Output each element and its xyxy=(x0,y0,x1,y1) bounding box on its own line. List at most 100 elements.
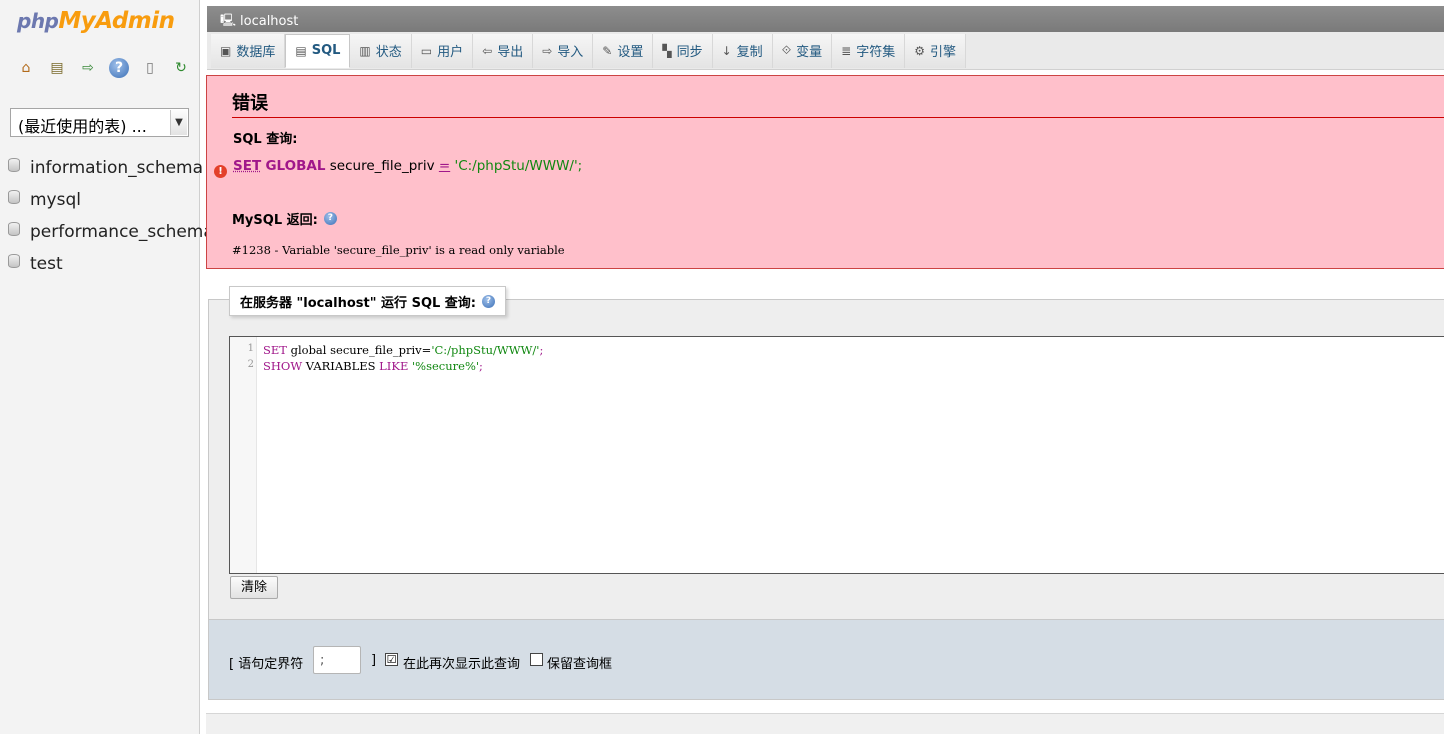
sql-keyword: GLOBAL xyxy=(265,158,325,174)
tab-charset[interactable]: ≣ 字符集 xyxy=(832,34,905,68)
help-icon[interactable]: ? xyxy=(324,212,337,225)
docs-icon[interactable]: ▯ xyxy=(140,58,160,78)
home-icon[interactable]: ⌂ xyxy=(16,58,36,78)
replication-icon: ↓ xyxy=(722,44,732,58)
tab-replication[interactable]: ↓ 复制 xyxy=(713,34,773,68)
recent-tables-select[interactable]: (最近使用的表) ... ▼ xyxy=(10,108,189,137)
bottom-strip xyxy=(206,713,1444,734)
database-item[interactable]: test xyxy=(8,248,214,280)
error-icon: ! xyxy=(214,165,227,178)
database-item[interactable]: mysql xyxy=(8,184,214,216)
variables-icon: ⟐ xyxy=(782,43,791,58)
error-title: 错误 xyxy=(232,89,1444,118)
tab-label: 设置 xyxy=(617,41,643,60)
sql-query-label: SQL 查询: xyxy=(233,128,297,147)
sql-keyword-link[interactable]: SET xyxy=(233,158,261,174)
navigation-panel: phpMyAdmin ⌂ ▤ ⇨ ? ▯ ↻ (最近使用的表) ... ▼ in… xyxy=(0,0,200,734)
engine-icon: ⚙ xyxy=(914,44,925,58)
tab-sql[interactable]: ▤SQL xyxy=(285,34,350,68)
delimiter-label: [ 语句定界符 xyxy=(229,653,303,672)
sql-identifier: secure_file_priv xyxy=(325,158,438,174)
tab-databases[interactable]: ▣ 数据库 xyxy=(211,34,285,68)
export-icon: ⇦ xyxy=(482,44,492,58)
tab-label: 状态 xyxy=(376,41,402,60)
database-name: information_schema xyxy=(30,158,203,178)
tab-variables[interactable]: ⟐ 变量 xyxy=(773,34,832,68)
error-sql-statement: SET GLOBAL secure_file_priv = 'C:/phpStu… xyxy=(233,158,582,174)
server-breadcrumb: 🖳 localhost xyxy=(207,6,1444,32)
sql-string: 'C:/phpStu/WWW/' xyxy=(431,343,539,357)
retain-query-box-label[interactable]: 保留查询框 xyxy=(547,653,612,672)
show-query-again-checkbox[interactable]: ☑ xyxy=(385,653,398,666)
sql-keyword: SHOW xyxy=(263,359,302,373)
tab-label: 导出 xyxy=(497,41,523,60)
database-item[interactable]: performance_schema xyxy=(8,216,214,248)
tab-settings[interactable]: ✎ 设置 xyxy=(593,34,653,68)
sql-terminator: ; xyxy=(479,359,483,373)
tab-sync[interactable]: ▚ 同步 xyxy=(653,34,712,68)
retain-query-box-checkbox[interactable] xyxy=(530,653,543,666)
database-list: information_schema mysql performance_sch… xyxy=(8,152,214,280)
phpmyadmin-logo[interactable]: phpMyAdmin xyxy=(17,8,175,34)
reload-icon[interactable]: ↻ xyxy=(171,58,191,78)
logo-myadmin: MyAdmin xyxy=(58,8,174,34)
tab-engines[interactable]: ⚙ 引擎 xyxy=(905,34,966,68)
mysql-said-text: MySQL 返回: xyxy=(232,209,318,228)
tab-label: 复制 xyxy=(737,41,763,60)
import-icon: ⇨ xyxy=(542,44,552,58)
server-link[interactable]: localhost xyxy=(240,14,298,29)
database-name: performance_schema xyxy=(30,222,214,242)
sql-query-legend: 在服务器 "localhost" 运行 SQL 查询: ? xyxy=(229,286,506,316)
database-icon xyxy=(8,222,20,236)
error-text: #1238 - Variable 'secure_file_priv' is a… xyxy=(232,243,565,257)
recent-tables-value: (最近使用的表) ... xyxy=(18,117,147,136)
server-icon: 🖳 xyxy=(220,11,236,32)
tab-users[interactable]: ▭ 用户 xyxy=(412,34,473,68)
tab-import[interactable]: ⇨导入 xyxy=(533,34,593,68)
code-line: 2 SHOW VARIABLES LIKE '%secure%'; xyxy=(230,359,483,375)
wrench-icon: ✎ xyxy=(602,44,612,58)
main-tabs: ▣ 数据库 ▤SQL ▥状态 ▭ 用户 ⇦ 导出 ⇨导入 ✎ 设置 ▚ 同步 ↓ 复制 ⟐ 变… xyxy=(207,32,1444,70)
mysql-said-label: MySQL 返回: ? xyxy=(232,209,337,228)
sql-terminator: ; xyxy=(539,343,543,357)
database-item[interactable]: information_schema xyxy=(8,152,214,184)
tab-label: 字符集 xyxy=(856,41,895,60)
tab-label: 引擎 xyxy=(930,41,956,60)
chevron-down-icon: ▼ xyxy=(170,110,187,135)
help-icon[interactable]: ? xyxy=(482,295,495,308)
sql-string: '%secure%' xyxy=(408,359,479,373)
tab-label: 数据库 xyxy=(236,41,275,60)
sql-icon[interactable]: ⇨ xyxy=(78,58,98,78)
exit-icon[interactable]: ▤ xyxy=(47,58,67,78)
tab-export[interactable]: ⇦ 导出 xyxy=(473,34,533,68)
line-number: 2 xyxy=(230,359,254,375)
tab-label: 用户 xyxy=(437,41,463,60)
delimiter-input[interactable]: ; xyxy=(313,646,361,674)
query-options-bar: [ 语句定界符 ; ] ☑ 在此再次显示此查询 保留查询框 xyxy=(208,619,1444,700)
delimiter-bracket: ] xyxy=(371,653,376,668)
database-icon xyxy=(8,254,20,268)
line-number: 1 xyxy=(230,343,254,359)
show-query-again-label[interactable]: 在此再次显示此查询 xyxy=(403,653,520,672)
sync-icon: ▚ xyxy=(662,44,671,58)
help-icon[interactable]: ? xyxy=(109,58,129,78)
code-line: 1 SET global secure_file_priv='C:/phpStu… xyxy=(230,343,543,359)
sql-text: VARIABLES xyxy=(302,359,379,373)
users-icon: ▭ xyxy=(421,44,432,58)
clear-button[interactable]: 清除 xyxy=(230,576,278,599)
sql-text: global secure_file_priv= xyxy=(287,343,431,357)
tab-label: 同步 xyxy=(677,41,703,60)
database-icon: ▣ xyxy=(220,44,231,58)
nav-icon-bar: ⌂ ▤ ⇨ ? ▯ ↻ xyxy=(16,58,191,78)
sql-editor[interactable]: 1 SET global secure_file_priv='C:/phpStu… xyxy=(229,336,1444,574)
sql-operator-link[interactable]: = xyxy=(439,158,450,174)
database-icon xyxy=(8,190,20,204)
sql-string: 'C:/phpStu/WWW/'; xyxy=(450,158,582,174)
database-icon xyxy=(8,158,20,172)
tab-label: 变量 xyxy=(796,41,822,60)
tab-status[interactable]: ▥状态 xyxy=(350,34,411,68)
tab-label: SQL xyxy=(312,43,341,58)
logo-php: php xyxy=(17,9,58,33)
charset-icon: ≣ xyxy=(841,44,851,58)
sql-keyword: LIKE xyxy=(379,359,408,373)
